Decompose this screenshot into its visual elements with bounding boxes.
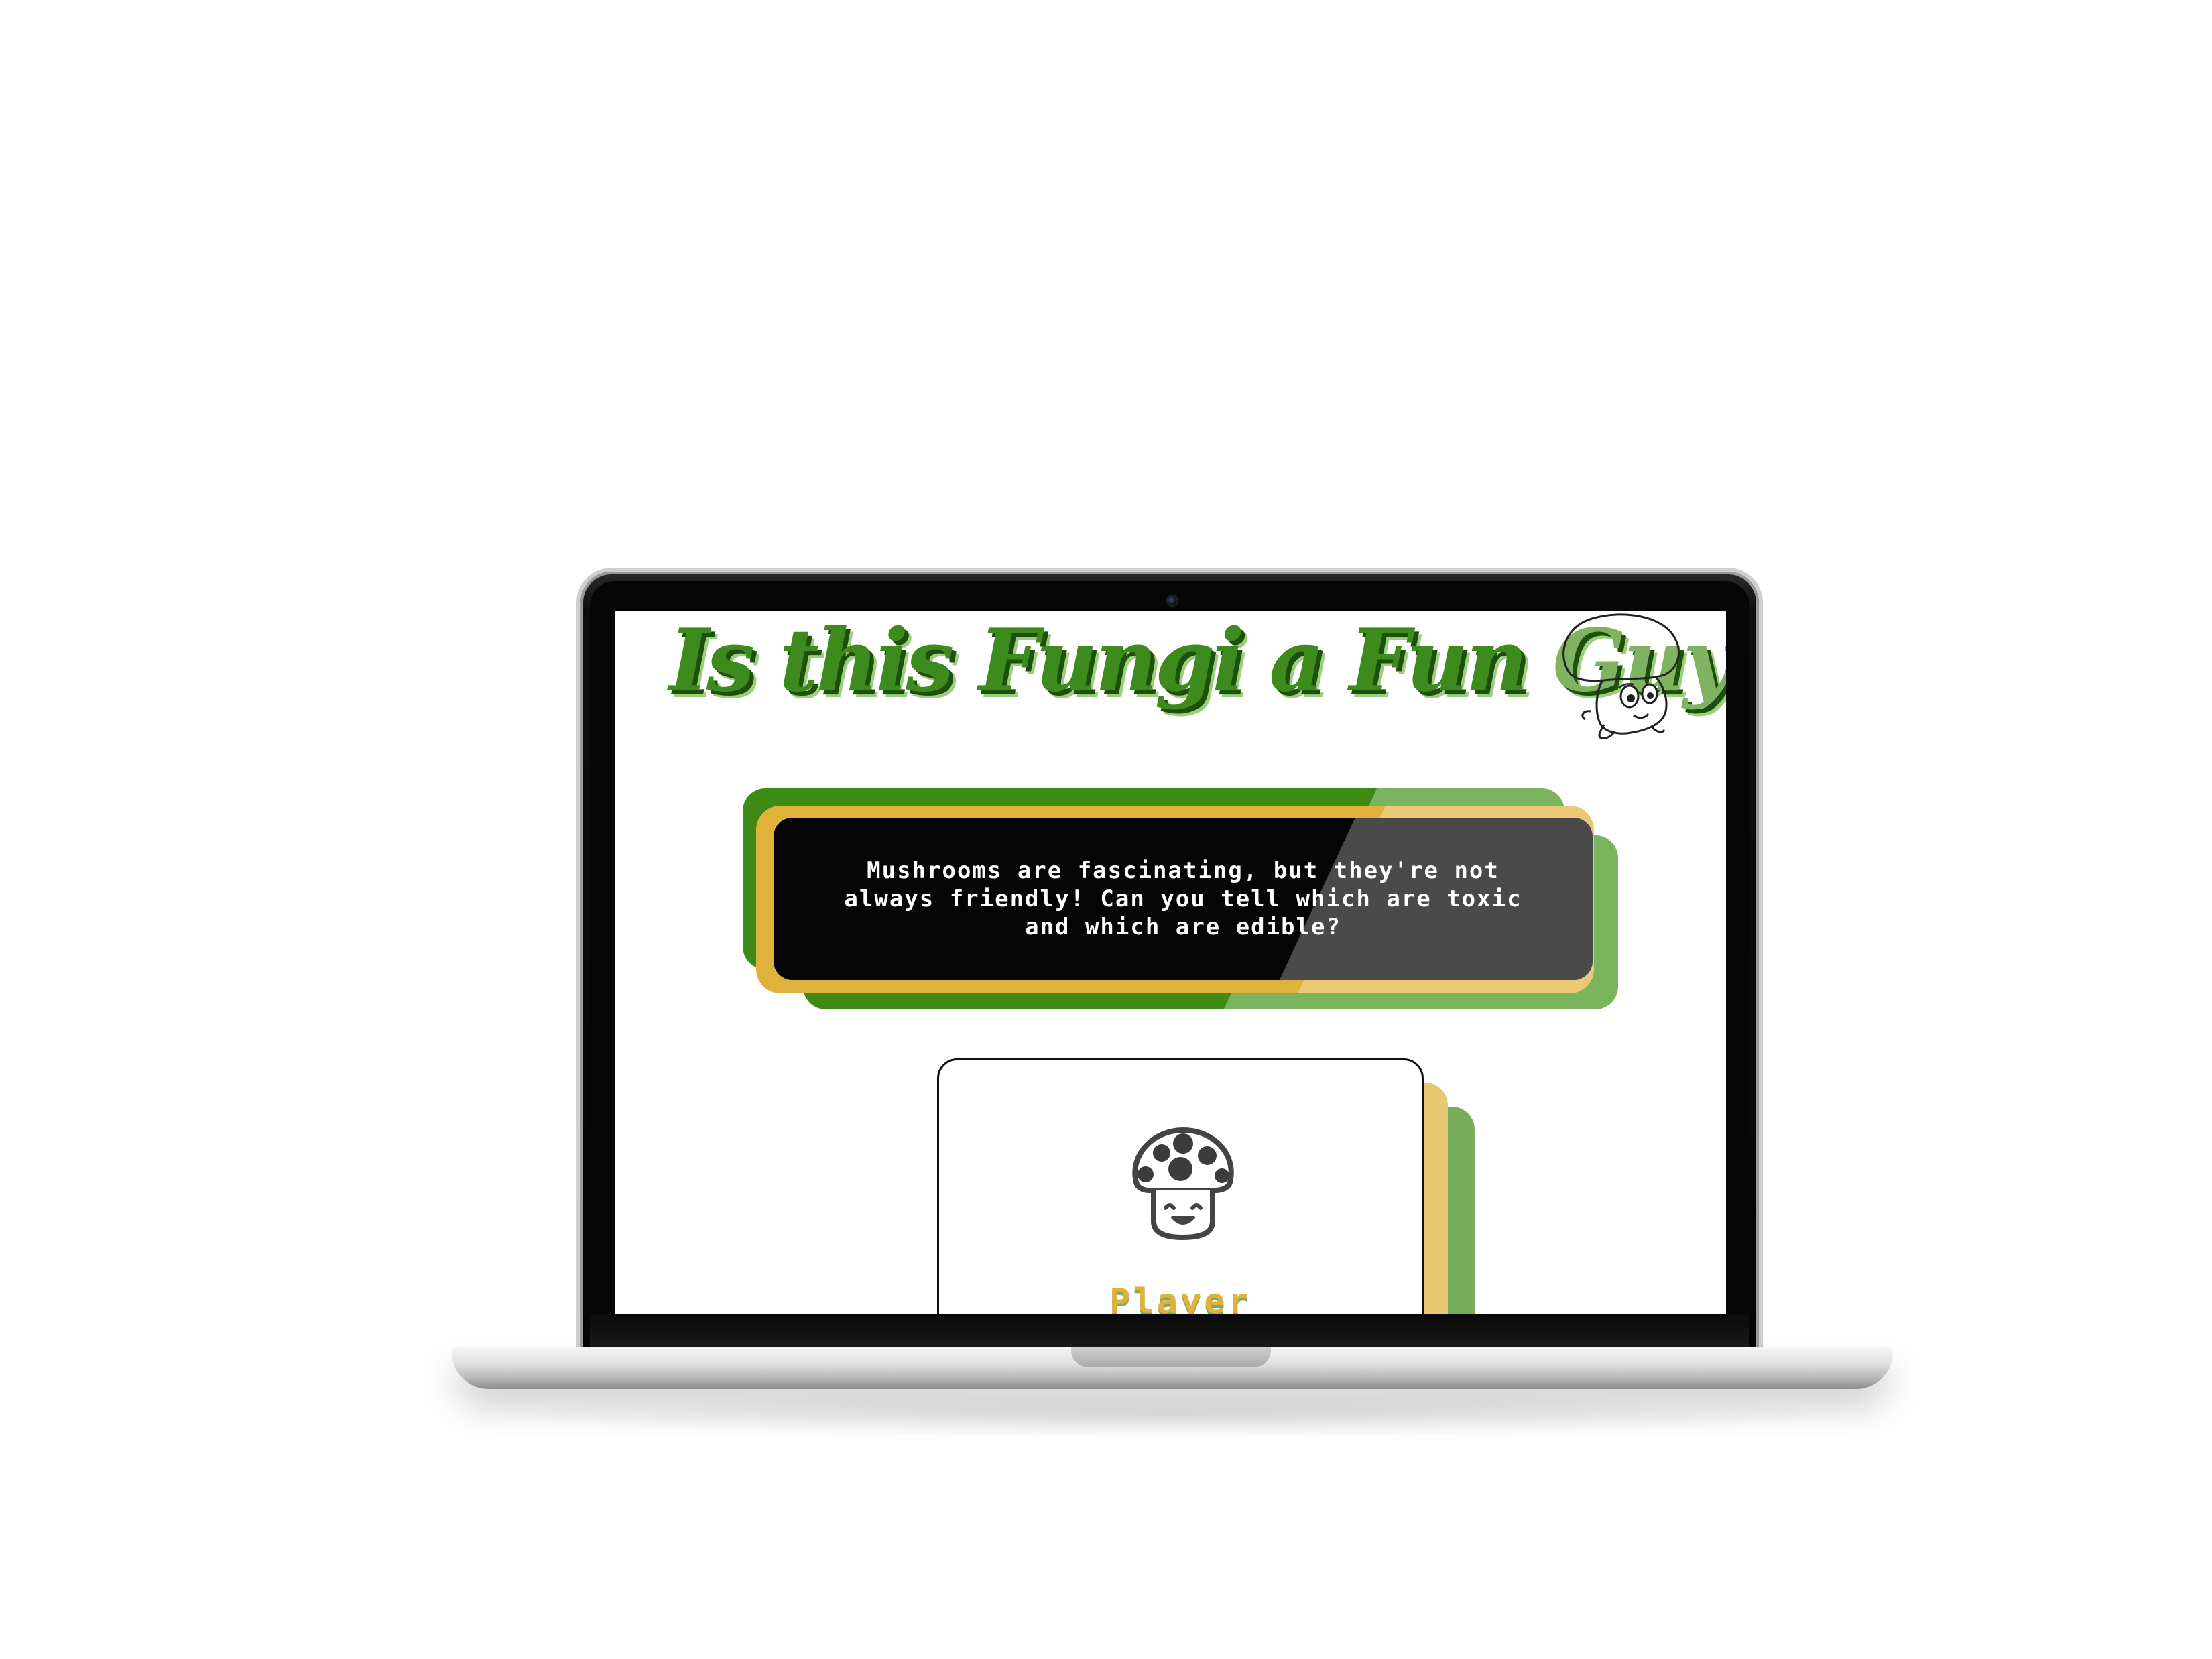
mushroom-mascot-icon <box>1562 613 1680 739</box>
page-title: Is this Fungi a Fun Guy? <box>669 611 1726 725</box>
laptop-hinge <box>590 1314 1749 1347</box>
player-card[interactable]: Player <box>937 1058 1424 1314</box>
mockup-stage: Is this Fungi a Fun Guy? Mushrooms are f… <box>0 0 2212 1659</box>
laptop-screen: Is this Fungi a Fun Guy? Mushrooms are f… <box>615 611 1726 1314</box>
intro-card: Mushrooms are fascinating, but they're n… <box>774 818 1593 980</box>
player-card-stack[interactable]: Player <box>937 1058 1487 1314</box>
intro-text: Mushrooms are fascinating, but they're n… <box>844 857 1522 940</box>
page-title-main: Is this Fungi a Fun <box>669 611 1553 711</box>
laptop-base-notch <box>1071 1347 1271 1367</box>
laptop-shadow <box>483 1391 1863 1438</box>
player-label: Player <box>1109 1282 1251 1314</box>
spotted-mushroom-icon <box>1132 1127 1234 1240</box>
webcam-icon <box>1166 595 1178 607</box>
intro-card-stack: Mushrooms are fascinating, but they're n… <box>743 788 1618 1016</box>
